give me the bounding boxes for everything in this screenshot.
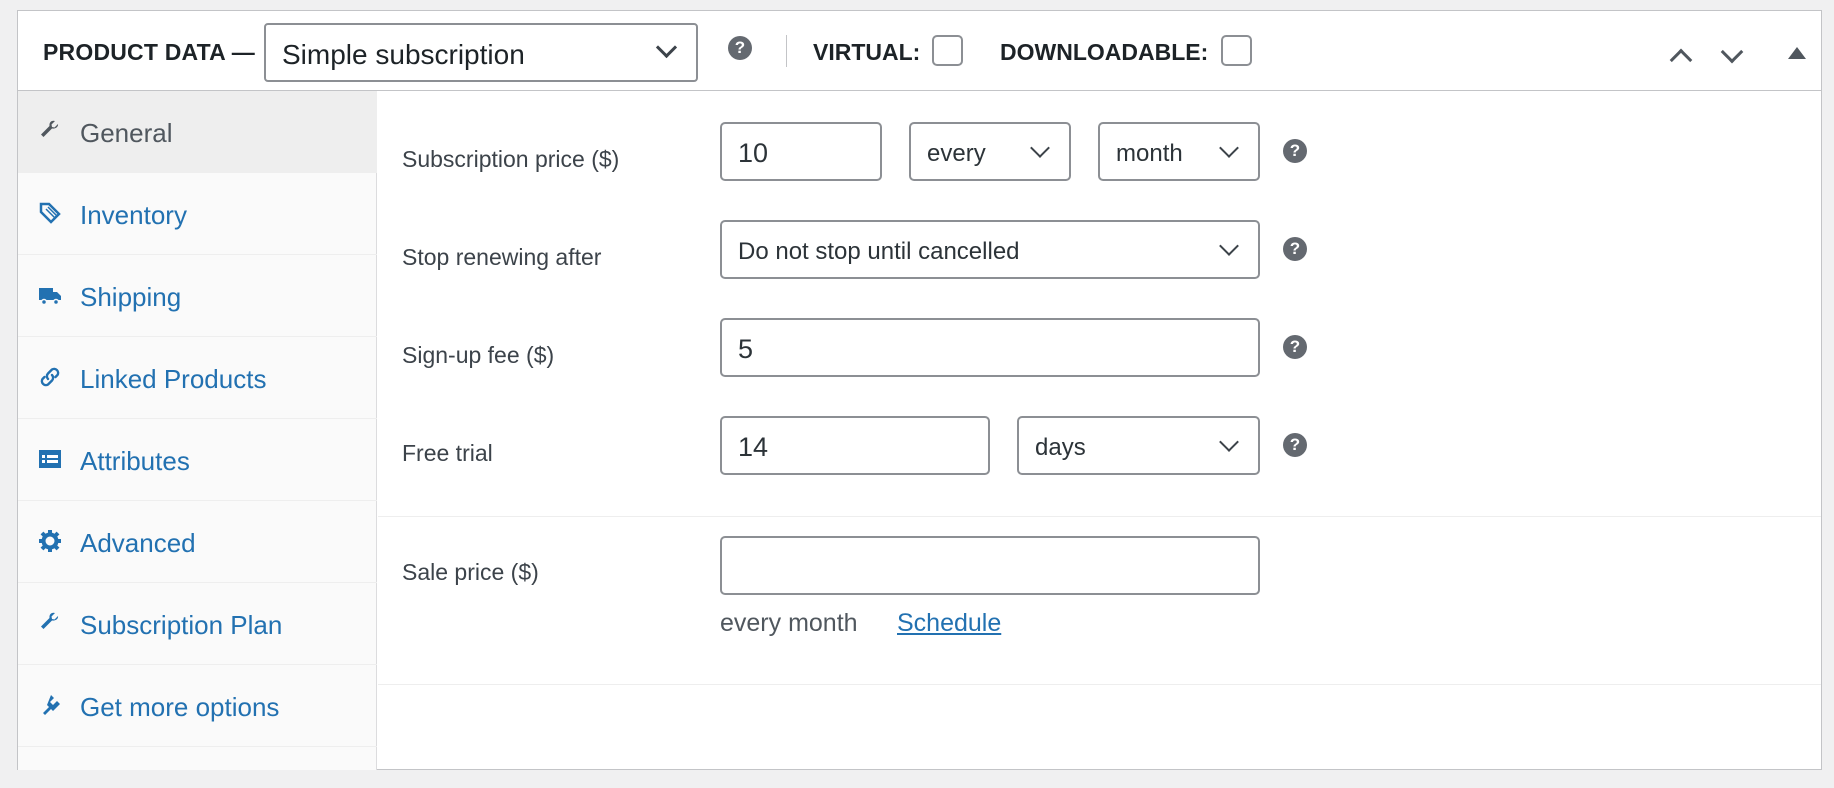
tab-get-more-options[interactable]: Get more options [18, 665, 377, 747]
subscription-price-label: Subscription price ($) [402, 146, 620, 172]
virtual-checkbox[interactable] [932, 35, 963, 66]
tab-inventory[interactable]: Inventory [18, 173, 377, 255]
sale-price-input[interactable] [720, 536, 1260, 595]
help-icon[interactable]: ? [1283, 335, 1307, 359]
help-icon[interactable]: ? [728, 36, 752, 60]
billing-interval-value: every [927, 140, 986, 167]
free-trial-input[interactable]: 14 [720, 416, 990, 475]
stop-renewing-select[interactable]: Do not stop until cancelled [720, 220, 1260, 279]
product-type-value: Simple subscription [282, 39, 525, 70]
chevron-down-icon [1219, 138, 1239, 158]
tab-subscription-plan[interactable]: Subscription Plan [18, 583, 377, 665]
tag-icon [39, 202, 61, 224]
product-data-header: PRODUCT DATA — Simple subscription ? VIR… [18, 11, 1821, 91]
chevron-down-icon [1030, 138, 1050, 158]
truck-icon [39, 288, 61, 306]
section-divider [378, 684, 1821, 685]
subscription-price-value: 10 [738, 138, 769, 168]
tab-label: General [80, 118, 173, 148]
list-card-icon [39, 450, 61, 468]
help-icon[interactable]: ? [1283, 237, 1307, 261]
tab-general[interactable]: General [18, 91, 377, 173]
sale-price-period-text: every month [720, 609, 858, 637]
link-icon [40, 367, 60, 387]
free-trial-period-select[interactable]: days [1017, 416, 1260, 475]
tab-advanced[interactable]: Advanced [18, 501, 377, 583]
move-up-icon[interactable] [1669, 48, 1693, 72]
product-data-tabs: General Inventory Shipping Linked Produc… [18, 91, 377, 770]
help-icon[interactable]: ? [1283, 433, 1307, 457]
tab-label: Attributes [80, 446, 190, 476]
product-data-title: PRODUCT DATA — [43, 39, 255, 65]
tab-linked-products[interactable]: Linked Products [18, 337, 377, 419]
chevron-down-icon [1219, 432, 1239, 452]
header-divider [786, 35, 787, 67]
collapse-toggle-icon[interactable] [1788, 47, 1806, 59]
product-type-select[interactable]: Simple subscription [264, 23, 698, 82]
signup-fee-label: Sign-up fee ($) [402, 342, 555, 368]
wrench-icon [41, 120, 59, 137]
tab-label: Get more options [80, 692, 280, 722]
tab-label: Advanced [80, 528, 196, 558]
tab-label: Shipping [80, 282, 182, 312]
tab-label: Inventory [80, 200, 187, 230]
subscription-price-input[interactable]: 10 [720, 122, 882, 181]
billing-period-select[interactable]: month [1098, 122, 1260, 181]
downloadable-checkbox[interactable] [1221, 35, 1252, 66]
general-options-panel: Subscription price ($) 10 every month ? … [378, 91, 1821, 770]
wrench-icon [41, 612, 59, 629]
tab-attributes[interactable]: Attributes [18, 419, 377, 501]
downloadable-label: DOWNLOADABLE: [1000, 39, 1209, 65]
chevron-down-icon [655, 36, 678, 59]
tab-shipping[interactable]: Shipping [18, 255, 377, 337]
move-down-icon[interactable] [1720, 40, 1744, 64]
signup-fee-input[interactable]: 5 [720, 318, 1260, 377]
billing-period-value: month [1116, 140, 1183, 167]
free-trial-label: Free trial [402, 440, 493, 466]
help-icon[interactable]: ? [1283, 139, 1307, 163]
schedule-link[interactable]: Schedule [897, 609, 1001, 638]
free-trial-period-value: days [1035, 434, 1086, 461]
stop-renewing-label: Stop renewing after [402, 244, 602, 270]
signup-fee-value: 5 [738, 334, 754, 364]
gear-icon [39, 530, 61, 552]
virtual-label: VIRTUAL: [813, 39, 921, 65]
billing-interval-select[interactable]: every [909, 122, 1071, 181]
sale-price-label: Sale price ($) [402, 559, 539, 585]
tab-label: Subscription Plan [80, 610, 283, 640]
product-data-panel: PRODUCT DATA — Simple subscription ? VIR… [17, 10, 1822, 770]
plugin-icon [43, 695, 60, 715]
stop-renewing-value: Do not stop until cancelled [738, 238, 1020, 265]
tab-label: Linked Products [80, 364, 267, 394]
section-divider [378, 516, 1821, 517]
free-trial-value: 14 [738, 432, 769, 462]
chevron-down-icon [1219, 236, 1239, 256]
